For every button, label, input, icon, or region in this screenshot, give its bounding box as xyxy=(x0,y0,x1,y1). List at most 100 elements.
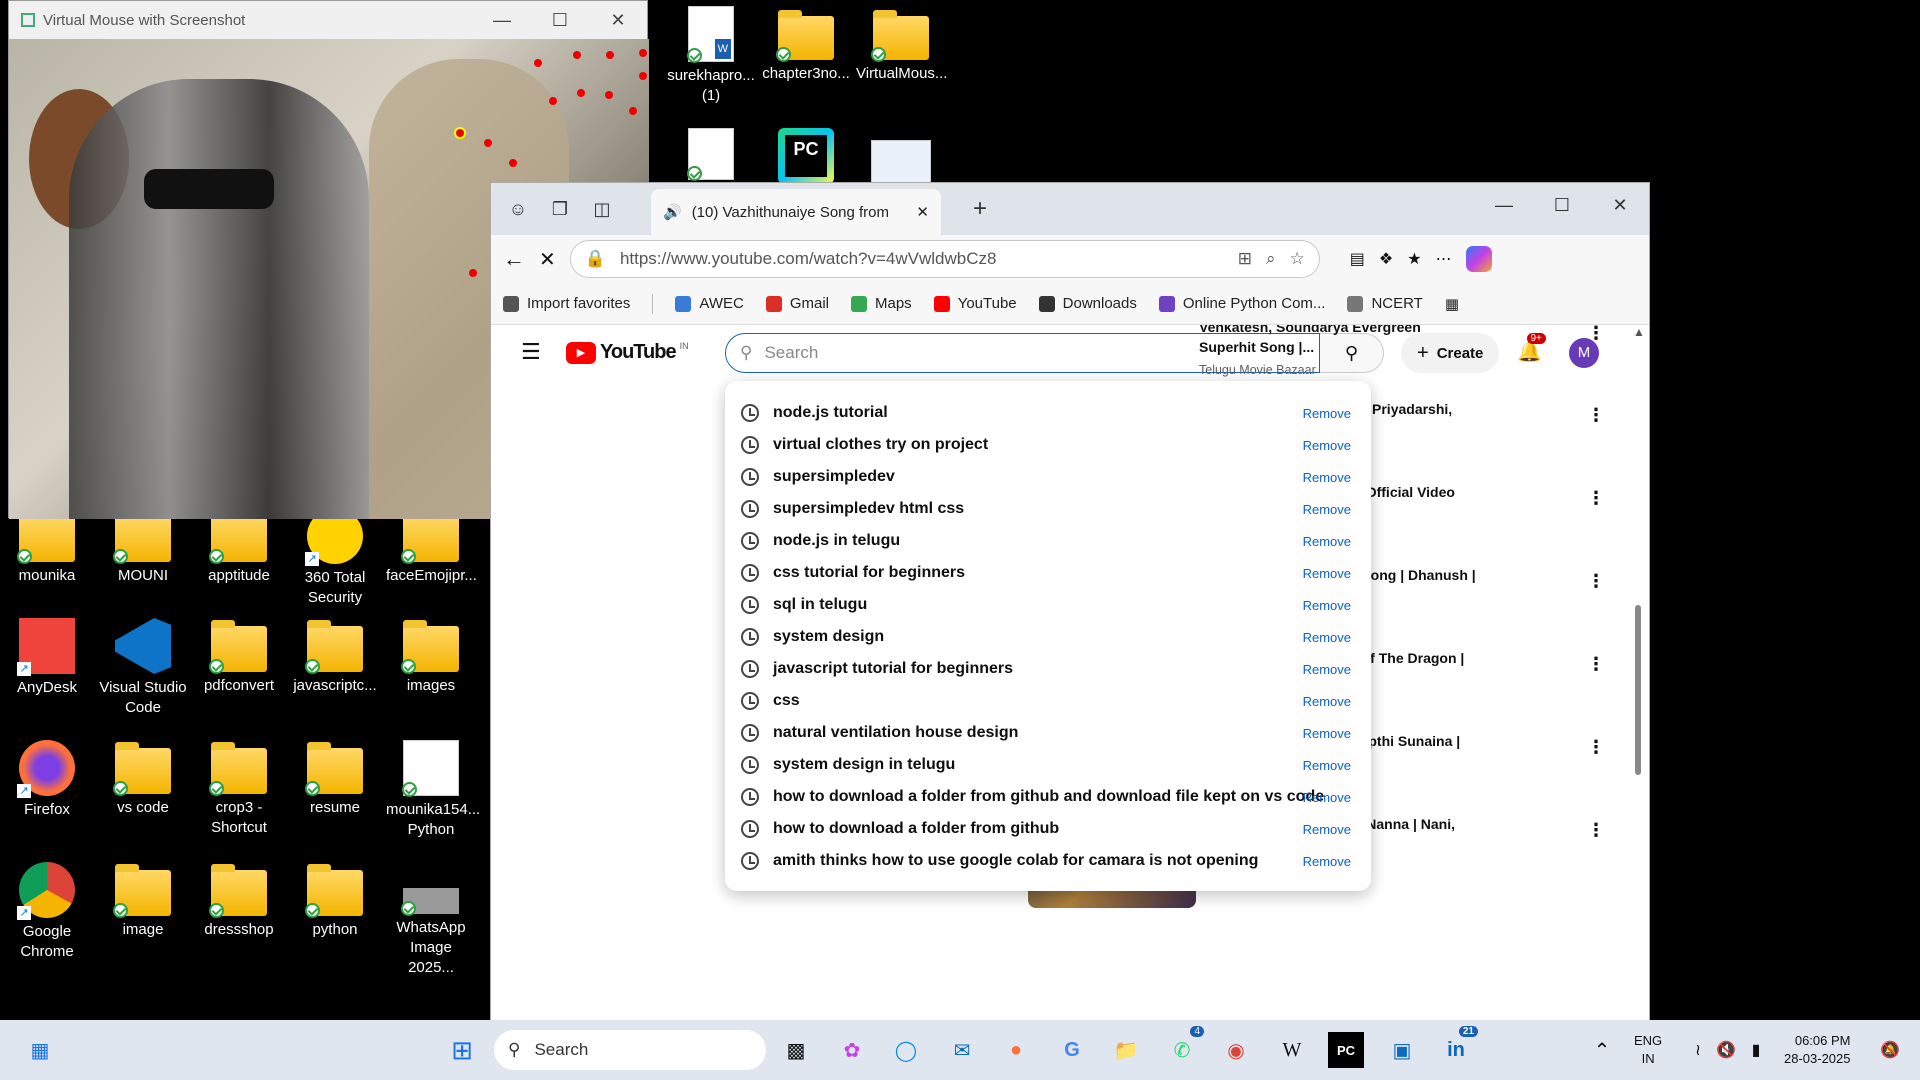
search-suggestion[interactable]: sql in telugu Remove xyxy=(725,589,1371,621)
taskbar-search-input[interactable]: ⚲ Search xyxy=(494,1030,766,1070)
desktop-icon[interactable]: ↗ AnyDesk xyxy=(2,618,92,698)
chevron-up-icon[interactable]: ⌃ xyxy=(1584,1032,1620,1068)
hamburger-menu-icon[interactable]: ☰ xyxy=(521,339,541,365)
remove-suggestion-link[interactable]: Remove xyxy=(1303,854,1351,869)
maximize-button[interactable]: ☐ xyxy=(531,10,589,31)
remove-suggestion-link[interactable]: Remove xyxy=(1303,438,1351,453)
desktop-icon[interactable]: apptitude xyxy=(194,508,284,586)
search-suggestion[interactable]: css tutorial for beginners Remove xyxy=(725,557,1371,589)
new-tab-icon[interactable]: + xyxy=(959,188,1001,230)
collections-icon[interactable]: ▤ xyxy=(1350,249,1365,269)
language-indicator[interactable]: ENG IN xyxy=(1634,1032,1662,1068)
desktop-icon-screenshot[interactable] xyxy=(856,140,946,188)
extensions-icon[interactable]: ❖ xyxy=(1379,249,1393,269)
search-suggestion[interactable]: virtual clothes try on project Remove xyxy=(725,429,1371,461)
more-options-icon[interactable]: ⋯ xyxy=(1436,249,1452,269)
stop-loading-icon[interactable]: ✕ xyxy=(539,247,556,272)
close-button[interactable]: ✕ xyxy=(1591,183,1649,227)
remove-suggestion-link[interactable]: Remove xyxy=(1303,630,1351,645)
desktop-icon[interactable]: ↗ 360 Total Security xyxy=(290,508,380,608)
notifications-button[interactable]: 🔔 9+ xyxy=(1517,333,1546,364)
favorite-item[interactable]: Downloads xyxy=(1038,295,1137,312)
close-button[interactable]: ✕ xyxy=(589,10,647,31)
desktop-icon-doc[interactable] xyxy=(666,128,756,184)
remove-suggestion-link[interactable]: Remove xyxy=(1303,406,1351,421)
remove-suggestion-link[interactable]: Remove xyxy=(1303,790,1351,805)
scrollbar-thumb[interactable] xyxy=(1635,605,1641,775)
desktop-icon[interactable]: WhatsApp Image 2025... xyxy=(386,862,476,978)
video-menu-icon[interactable]: ⋮ xyxy=(1587,405,1605,426)
copilot-icon[interactable] xyxy=(1465,246,1492,272)
firefox-icon[interactable]: ● xyxy=(998,1032,1034,1068)
favorite-item[interactable]: YouTube xyxy=(933,295,1017,312)
copilot-icon[interactable]: ✿ xyxy=(834,1032,870,1068)
desktop-icon-chapter3[interactable]: chapter3no... xyxy=(761,6,851,84)
desktop-icon[interactable]: mounika xyxy=(2,508,92,586)
close-tab-icon[interactable]: ✕ xyxy=(916,203,929,221)
favorite-item[interactable]: NCERT xyxy=(1347,295,1423,312)
favorite-item[interactable]: Gmail xyxy=(765,295,829,312)
desktop-icon[interactable]: javascriptc... xyxy=(290,618,380,696)
google-icon[interactable]: G xyxy=(1054,1032,1090,1068)
remove-suggestion-link[interactable]: Remove xyxy=(1303,598,1351,613)
remove-suggestion-link[interactable]: Remove xyxy=(1303,694,1351,709)
lock-icon[interactable]: 🔒 xyxy=(585,249,606,269)
search-suggestion[interactable]: javascript tutorial for beginners Remove xyxy=(725,653,1371,685)
desktop-icon[interactable]: vs code xyxy=(98,740,188,818)
remove-suggestion-link[interactable]: Remove xyxy=(1303,822,1351,837)
search-suggestion[interactable]: supersimpledev Remove xyxy=(725,461,1371,493)
remove-suggestion-link[interactable]: Remove xyxy=(1303,502,1351,517)
desktop-icon[interactable]: mounika154... Python xyxy=(386,740,480,840)
outlook-icon[interactable]: ✉ xyxy=(944,1032,980,1068)
search-suggestion[interactable]: node.js tutorial Remove xyxy=(725,397,1371,429)
vm-titlebar[interactable]: Virtual Mouse with Screenshot — ☐ ✕ xyxy=(9,1,647,39)
desktop-icon[interactable]: resume xyxy=(290,740,380,818)
search-suggestion[interactable]: how to download a folder from github Remo… xyxy=(725,813,1371,845)
tab-youtube[interactable]: 🔊 (10) Vazhithunaiye Song from ✕ xyxy=(651,189,941,235)
file-explorer-icon[interactable]: 📁 xyxy=(1108,1032,1144,1068)
minimize-button[interactable]: — xyxy=(1475,183,1533,227)
wikipedia-icon[interactable]: W xyxy=(1274,1032,1310,1068)
scrollbar[interactable]: ▲ xyxy=(1633,325,1645,1020)
youtube-logo[interactable]: ▶ YouTube IN xyxy=(566,341,689,364)
video-menu-icon[interactable]: ⋮ xyxy=(1587,571,1605,592)
desktop-icon[interactable]: crop3 - Shortcut xyxy=(194,740,284,838)
video-menu-icon[interactable]: ⋮ xyxy=(1587,325,1605,344)
video-menu-icon[interactable]: ⋮ xyxy=(1587,654,1605,675)
maximize-button[interactable]: ☐ xyxy=(1533,183,1591,227)
desktop-icon[interactable]: image xyxy=(98,862,188,940)
search-suggestion[interactable]: system design in telugu Remove xyxy=(725,749,1371,781)
remove-suggestion-link[interactable]: Remove xyxy=(1303,534,1351,549)
battery-icon[interactable]: ▮ xyxy=(1738,1032,1774,1068)
search-suggestion[interactable]: natural ventilation house design Remove xyxy=(725,717,1371,749)
edge-browser-window[interactable]: ☺ ❐ ◫ 🔊 (10) Vazhithunaiye Song from ✕ +… xyxy=(490,182,1650,1020)
pycharm-icon[interactable]: PC xyxy=(1328,1032,1364,1068)
speaker-icon[interactable]: 🔊 xyxy=(663,203,682,221)
widgets-icon[interactable]: ▦ xyxy=(22,1032,58,1068)
search-suggestion[interactable]: supersimpledev html css Remove xyxy=(725,493,1371,525)
search-suggestion[interactable]: node.js in telugu Remove xyxy=(725,525,1371,557)
clock[interactable]: 06:06 PM 28-03-2025 xyxy=(1784,1032,1851,1068)
notification-bell-icon[interactable]: 🔕 xyxy=(1872,1032,1908,1068)
favorite-star-icon[interactable]: ☆ xyxy=(1290,249,1305,269)
desktop-icon-pycharm[interactable]: PC xyxy=(761,128,851,188)
desktop-icon-virtualmouse[interactable]: VirtualMous... xyxy=(856,6,947,84)
calendar-icon[interactable]: ▦ xyxy=(1445,295,1459,313)
search-suggestion[interactable]: system design Remove xyxy=(725,621,1371,653)
video-menu-icon[interactable]: ⋮ xyxy=(1587,488,1605,509)
remove-suggestion-link[interactable]: Remove xyxy=(1303,758,1351,773)
desktop-icon[interactable]: ↗ Visual Studio Code xyxy=(98,618,188,718)
favorite-item[interactable]: AWEC xyxy=(675,295,744,312)
desktop-icon-surekhapro[interactable]: W surekhapro... (1) xyxy=(666,6,756,106)
search-suggestion[interactable]: amith thinks how to use google colab for… xyxy=(725,845,1371,877)
url-field[interactable]: 🔒 https://www.youtube.com/watch?v=4wVwld… xyxy=(569,240,1320,278)
chrome-icon[interactable]: ◉ xyxy=(1218,1032,1254,1068)
search-suggestion[interactable]: how to download a folder from github and… xyxy=(725,781,1371,813)
search-suggestion[interactable]: css Remove xyxy=(725,685,1371,717)
remove-suggestion-link[interactable]: Remove xyxy=(1303,470,1351,485)
desktop-icon[interactable]: ↗ Firefox xyxy=(2,740,92,820)
desktop-icon[interactable]: faceEmojipr... xyxy=(386,508,477,586)
favorite-item[interactable]: Import favorites xyxy=(503,295,630,312)
screenshot-app-icon[interactable]: ▣ xyxy=(1384,1032,1420,1068)
video-menu-icon[interactable]: ⋮ xyxy=(1587,820,1605,841)
